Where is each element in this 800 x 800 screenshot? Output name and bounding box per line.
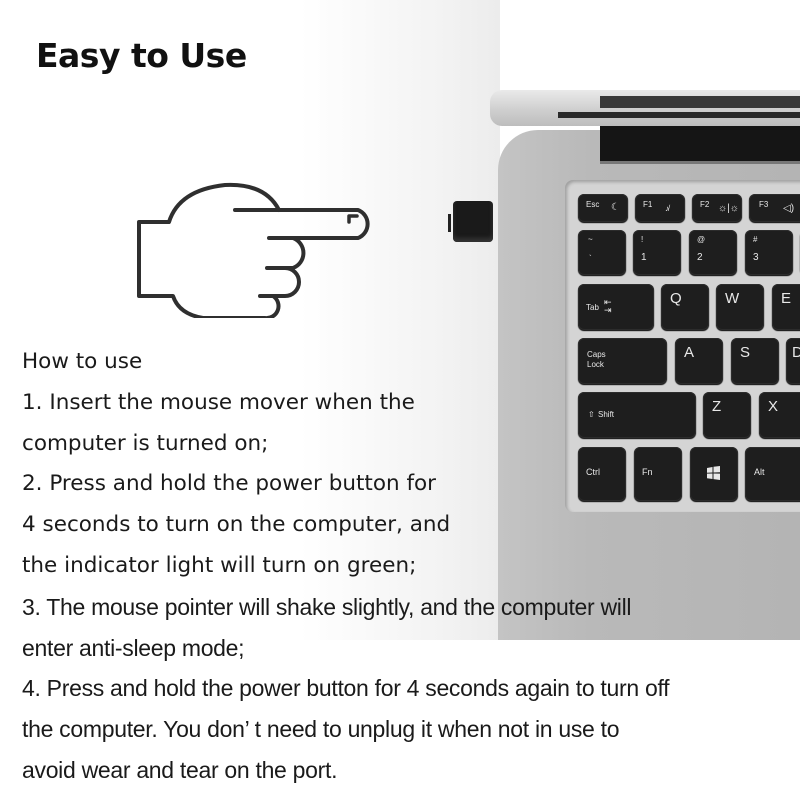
key-label: 2 [697, 252, 703, 263]
key-s: S [731, 338, 779, 384]
instructions-title: How to use [22, 349, 143, 374]
key-w: W [716, 284, 764, 330]
key-label: @ [697, 235, 706, 244]
key-tilde: ~ ` [578, 230, 626, 275]
key-d: D [786, 338, 800, 384]
key-label: ~ [588, 235, 593, 244]
key-label: ! [641, 235, 644, 244]
key-label: 1 [641, 252, 647, 263]
key-e: E [772, 284, 800, 330]
key-tab: Tab ⇤ ⇥ [578, 284, 654, 330]
laptop-lid-strip [558, 112, 800, 118]
laptop-lid-edge [600, 96, 800, 108]
mute-mic-icon: ♪̸ [665, 204, 669, 213]
key-label: F2 [700, 200, 710, 209]
key-label: Q [670, 290, 682, 307]
instruction-line: the indicator light will turn on green; [22, 552, 417, 578]
key-windows [690, 447, 738, 501]
key-a: A [675, 338, 723, 384]
key-2: @ 2 [689, 230, 737, 275]
instruction-line: 3. The mouse pointer will shake slightly… [22, 593, 632, 620]
key-3: # 3 [745, 230, 793, 275]
key-label: W [725, 290, 740, 307]
key-alt: Alt [745, 447, 800, 501]
key-label: Z [712, 398, 722, 415]
usb-dongle-icon [453, 201, 493, 242]
key-z: Z [703, 392, 751, 438]
laptop-hinge [600, 126, 800, 164]
key-x: X [759, 392, 800, 438]
key-label: A [684, 344, 695, 361]
key-1: ! 1 [633, 230, 681, 275]
key-label: Alt [754, 467, 765, 477]
instruction-line: avoid wear and tear on the port. [22, 756, 338, 783]
key-label: 3 [753, 252, 759, 263]
key-label: # [753, 235, 758, 244]
instruction-line: computer is turned on; [22, 430, 269, 456]
windows-logo-icon [707, 466, 720, 480]
instructions-block: How to use 1. Insert the mouse mover whe… [22, 342, 670, 791]
key-label: F1 [643, 200, 653, 209]
key-label: Esc [586, 200, 600, 209]
key-label: S [740, 344, 751, 361]
key-label: ` [589, 254, 592, 263]
brightness-icon: ☼|☼ [718, 203, 739, 214]
dongle-tab [448, 214, 451, 232]
key-esc: Esc ☾ [578, 194, 628, 222]
instruction-line: 1. Insert the mouse mover when the [22, 389, 415, 415]
instruction-line: enter anti-sleep mode; [22, 634, 245, 661]
key-f1: F1 ♪̸ [635, 194, 685, 222]
key-label: F3 [759, 200, 769, 209]
instruction-line: 4 seconds to turn on the computer, and [22, 512, 451, 538]
key-f2: F2 ☼|☼ [692, 194, 742, 222]
instruction-line: the computer. You don’ t need to unplug … [22, 716, 620, 743]
pointing-hand-icon [137, 182, 370, 318]
tab-arrows-icon: ⇤ ⇥ [604, 297, 612, 315]
instruction-line: 2. Press and hold the power button for [22, 471, 437, 497]
key-label: Tab [586, 303, 599, 312]
speaker-icon: ◁) [783, 203, 795, 214]
key-label: X [768, 398, 779, 415]
key-label: D [792, 344, 800, 361]
sleep-icon: ☾ [611, 202, 620, 213]
key-f3: F3 ◁) [749, 194, 800, 222]
instruction-line: 4. Press and hold the power button for 4… [22, 675, 670, 702]
key-q: Q [661, 284, 709, 330]
key-label: E [781, 290, 792, 307]
